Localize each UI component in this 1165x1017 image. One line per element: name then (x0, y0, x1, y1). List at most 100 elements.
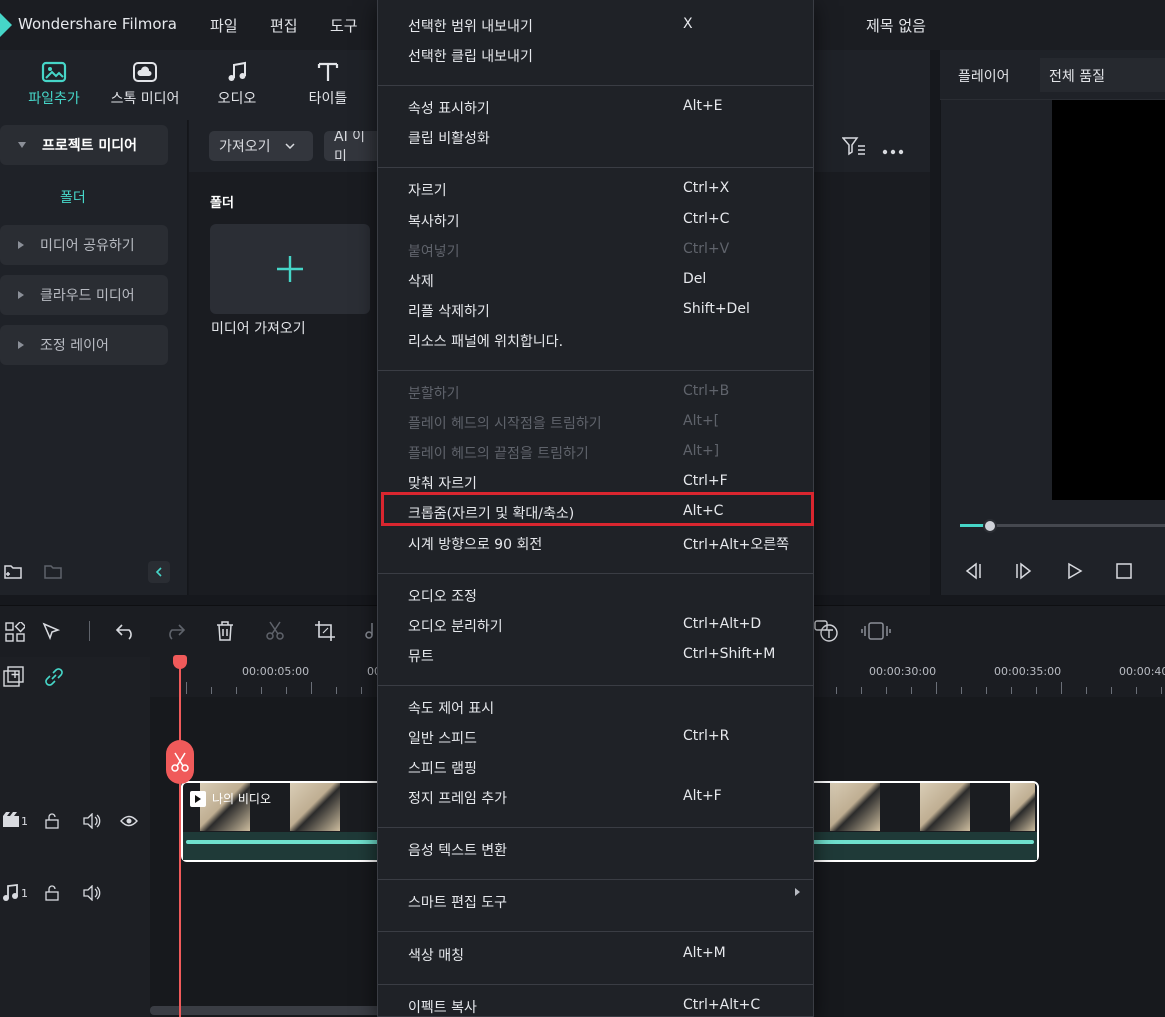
menu-item[interactable]: 뮤트 (408, 646, 434, 666)
new-folder-icon[interactable] (4, 563, 24, 585)
more-options-icon[interactable] (882, 143, 904, 159)
menu-item[interactable]: 자르기 (408, 180, 447, 200)
ruler-tick (311, 682, 312, 694)
import-dropdown[interactable]: 가져오기 (209, 131, 313, 161)
collapse-sidebar-button[interactable] (148, 561, 170, 583)
link-icon[interactable] (44, 667, 64, 691)
select-cursor-icon[interactable] (42, 622, 64, 646)
menu-item[interactable]: 선택한 범위 내보내기 (408, 16, 533, 36)
timecode-label: 00:00:30:00 (869, 665, 937, 678)
menu-item[interactable]: 시계 방향으로 90 회전 (408, 534, 542, 554)
playhead[interactable] (179, 660, 181, 1017)
menu-item[interactable]: 일반 스피드 (408, 728, 477, 748)
split-at-playhead-button[interactable] (166, 740, 194, 784)
menu-item[interactable]: 속도 제어 표시 (408, 698, 494, 718)
track-headers (0, 657, 150, 1017)
ruler-tick (861, 687, 862, 694)
sidebar-item-label: 미디어 공유하기 (40, 238, 135, 254)
tool-label: 스톡 미디어 (110, 91, 180, 107)
lock-icon[interactable] (44, 885, 60, 905)
menu-item[interactable]: 선택한 클립 내보내기 (408, 46, 533, 66)
menu-item-shortcut: Alt+F (683, 788, 722, 805)
chevron-down-icon (18, 142, 26, 148)
play-icon[interactable] (1066, 562, 1084, 584)
ruler-tick (236, 687, 237, 694)
menu-item[interactable]: 리플 삭제하기 (408, 301, 490, 321)
ai-image-dropdown[interactable]: AI 이미 (324, 131, 377, 161)
lock-icon[interactable] (44, 813, 60, 833)
next-frame-icon[interactable] (1013, 562, 1035, 584)
quality-dropdown[interactable]: 전체 품질 (1040, 58, 1165, 92)
delete-folder-icon[interactable] (44, 563, 64, 585)
prev-frame-icon[interactable] (962, 562, 984, 584)
menu-tools[interactable]: 도구 (330, 15, 358, 36)
menu-item-shortcut: Ctrl+C (683, 210, 730, 227)
menu-item[interactable]: 정지 프레임 추가 (408, 788, 507, 808)
menu-item[interactable]: 오디오 조정 (408, 586, 477, 606)
tool-audio[interactable]: 오디오 (192, 58, 282, 108)
menu-item-shortcut: Ctrl+X (683, 180, 730, 197)
audio-tool-icon[interactable] (363, 621, 377, 645)
menu-item[interactable]: 스피드 램핑 (408, 758, 477, 778)
sidebar-item-label: 조정 레이어 (40, 338, 109, 354)
menu-item[interactable]: 오디오 분리하기 (408, 616, 503, 636)
menu-item[interactable]: 맞춰 자르기 (408, 473, 477, 493)
delete-icon[interactable] (216, 621, 234, 645)
eye-icon[interactable] (120, 814, 138, 832)
menu-separator (378, 572, 813, 574)
tool-stock-media[interactable]: 스톡 미디어 (100, 58, 190, 108)
filter-icon[interactable] (841, 136, 866, 160)
sidebar-item-project-media[interactable]: 프로젝트 미디어 (0, 125, 168, 165)
menu-item[interactable]: 음성 텍스트 변환 (408, 840, 507, 860)
menu-separator (378, 85, 813, 87)
ruler-tick (286, 687, 287, 694)
menu-item[interactable]: 삭제 (408, 271, 434, 291)
motion-track-icon[interactable] (861, 621, 891, 645)
menu-item[interactable]: 이펙트 복사 (408, 997, 477, 1017)
crop-icon[interactable] (314, 620, 336, 646)
media-import-icon (9, 58, 99, 86)
sidebar-item-adjustment-layer[interactable]: 조정 레이어 (0, 325, 168, 365)
sidebar-folder[interactable]: 폴더 (60, 187, 86, 207)
video-track-icon (2, 812, 20, 832)
scissors-icon[interactable] (265, 621, 285, 645)
playhead-handle[interactable] (173, 655, 187, 669)
layout-grid-icon[interactable] (5, 620, 27, 646)
undo-icon[interactable] (115, 622, 137, 644)
plus-icon (275, 254, 305, 284)
highlight-box (381, 492, 814, 526)
scrubber-handle[interactable] (983, 519, 997, 533)
ruler-tick (211, 687, 212, 694)
tab-player[interactable]: 플레이어 (958, 66, 1010, 86)
sidebar-item-label: 프로젝트 미디어 (42, 138, 138, 154)
menu-item[interactable]: 클립 비활성화 (408, 128, 490, 148)
menu-item[interactable]: 리소스 패널에 위치합니다. (408, 331, 563, 351)
tool-import-media[interactable]: 파일추가 (9, 58, 99, 108)
ruler-tick (1086, 687, 1087, 694)
volume-icon[interactable] (83, 884, 101, 905)
redo-icon[interactable] (164, 622, 186, 644)
menu-item: 붙여넣기 (408, 243, 460, 260)
menu-item[interactable]: 복사하기 (408, 211, 460, 231)
sidebar-item-shared-media[interactable]: 미디어 공유하기 (0, 225, 168, 265)
menu-item[interactable]: 색상 매칭 (408, 945, 464, 965)
tool-titles[interactable]: 타이틀 (283, 58, 373, 108)
volume-icon[interactable] (83, 812, 101, 833)
menu-edit[interactable]: 편집 (270, 15, 298, 36)
menu-separator (378, 684, 813, 686)
timecode-label: 00:00:05:00 (242, 665, 310, 678)
menu-separator (378, 931, 813, 933)
play-icon (190, 790, 206, 807)
stop-icon[interactable] (1115, 562, 1133, 584)
menu-item[interactable]: 스마트 편집 도구 (408, 892, 507, 912)
timeline-scrollbar[interactable] (150, 1006, 410, 1015)
menu-file[interactable]: 파일 (210, 15, 238, 36)
music-note-icon (192, 58, 282, 86)
add-track-icon[interactable] (3, 666, 25, 692)
sidebar-item-cloud-media[interactable]: 클라우드 미디어 (0, 275, 168, 315)
menu-item-shortcut: X (683, 16, 693, 32)
menu-item[interactable]: 속성 표시하기 (408, 98, 490, 118)
import-media-label: 미디어 가져오기 (211, 321, 306, 337)
menu-item-shortcut: Ctrl+V (683, 240, 730, 257)
speech-to-text-icon[interactable] (814, 619, 840, 647)
